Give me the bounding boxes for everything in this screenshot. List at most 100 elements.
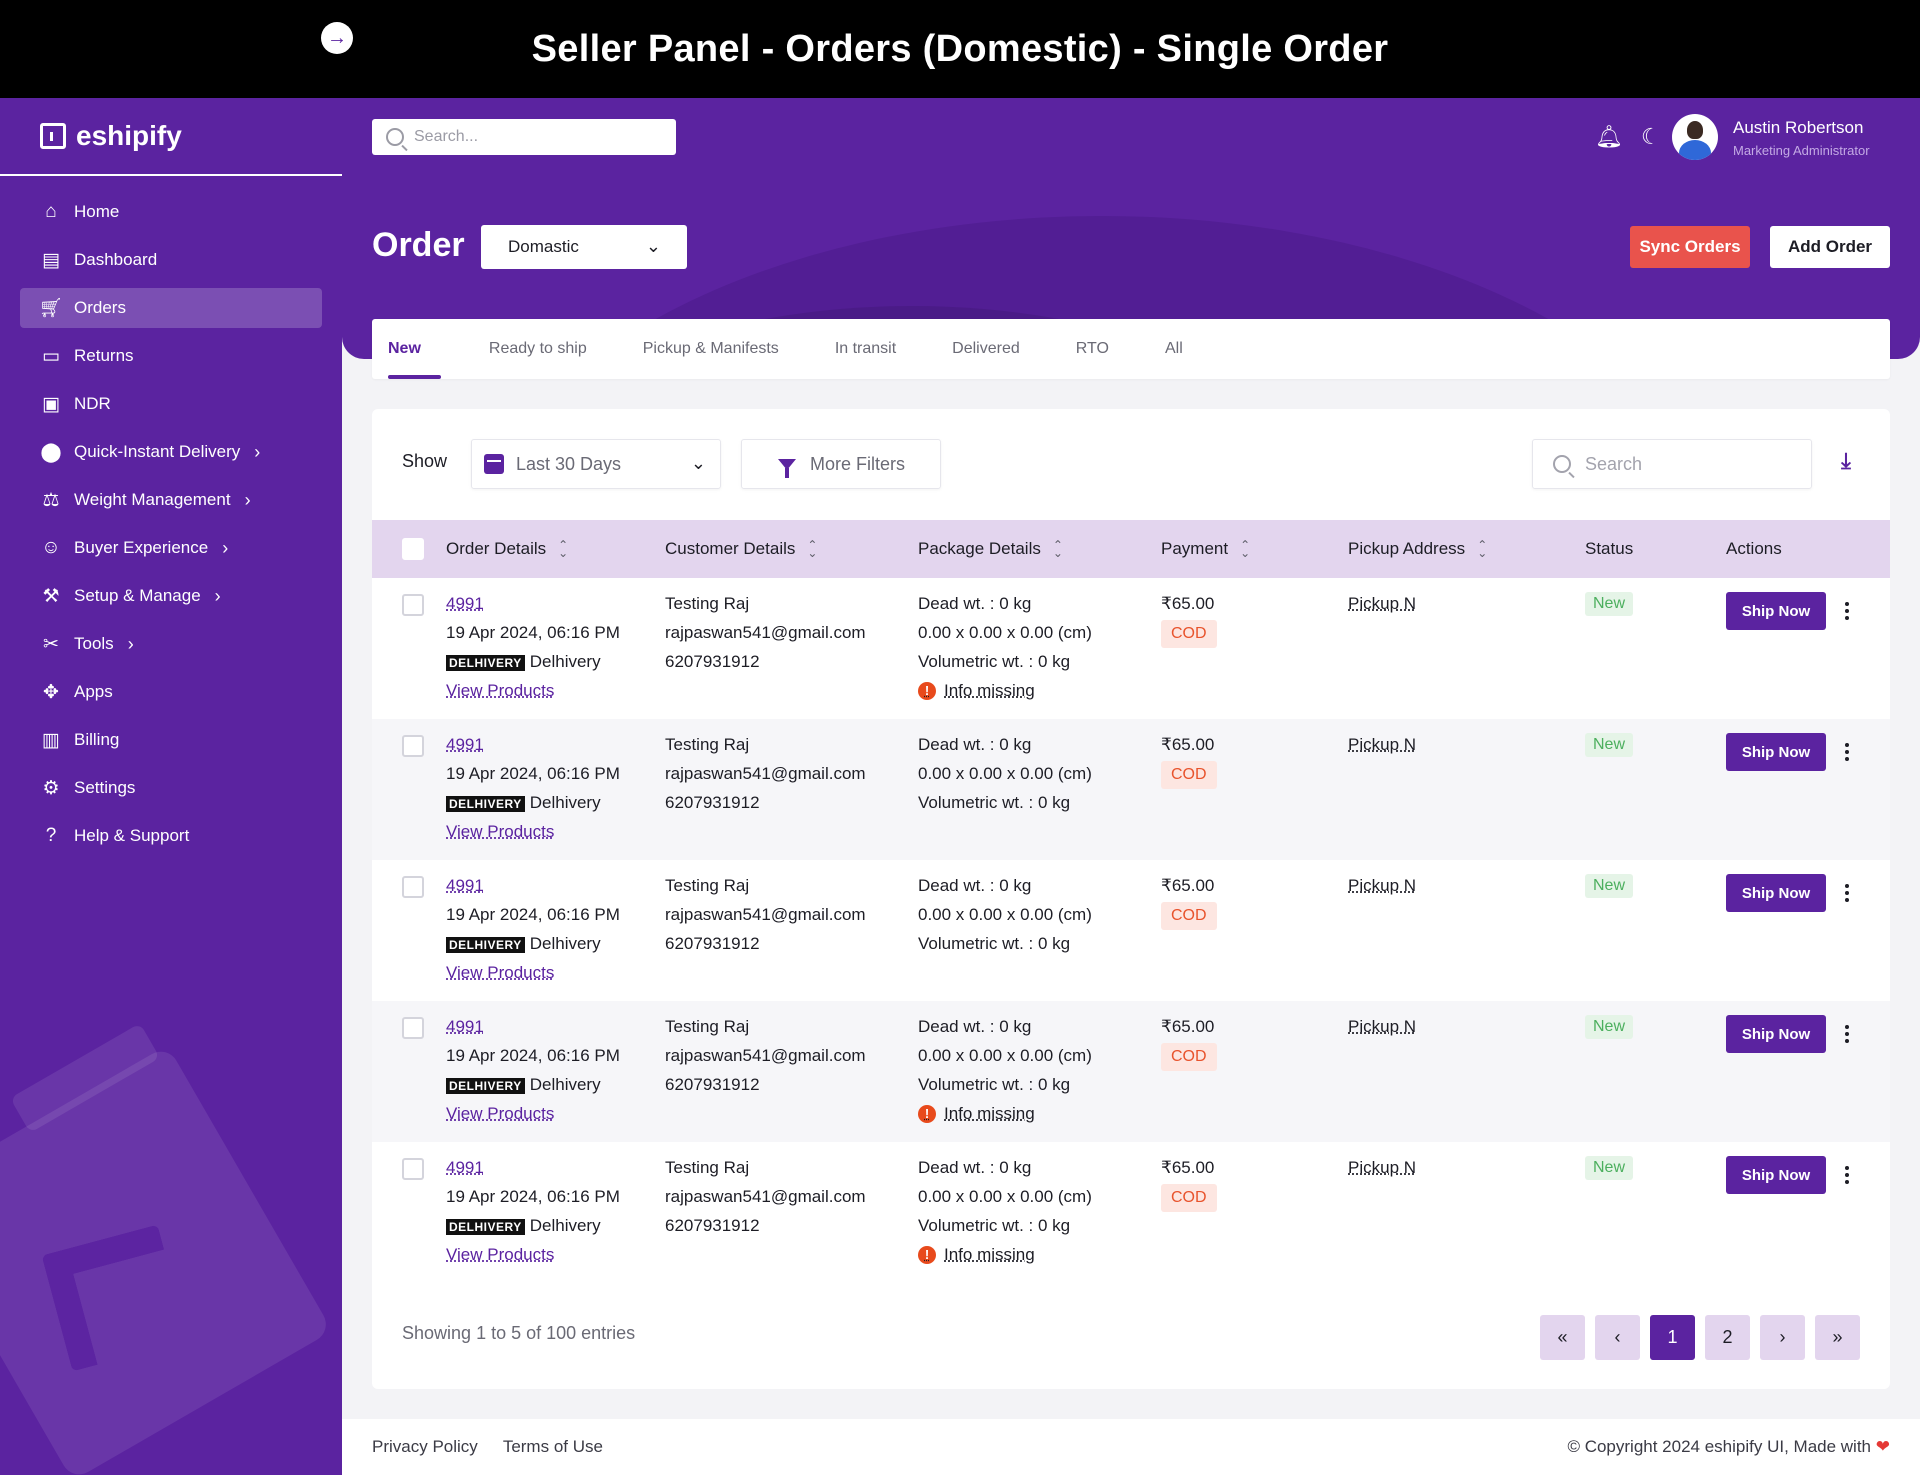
column-header-payment[interactable]: Payment — [1161, 539, 1228, 559]
order-id-link[interactable]: 4991 — [446, 735, 484, 754]
sidebar-item-setup-manage[interactable]: ⚒ Setup & Manage › — [20, 576, 322, 616]
status-badge: New — [1585, 1015, 1634, 1039]
tab-in-transit[interactable]: In transit — [827, 319, 904, 379]
global-search-input[interactable]: Search... — [372, 119, 676, 155]
payment-amount: ₹65.00 — [1161, 876, 1215, 895]
order-id-link[interactable]: 4991 — [446, 1017, 484, 1036]
select-all-checkbox[interactable] — [402, 538, 424, 560]
info-missing-link[interactable]: ! Info missing — [918, 1240, 1092, 1269]
pickup-address-link[interactable]: Pickup N — [1348, 735, 1416, 754]
ship-now-button[interactable]: Ship Now — [1726, 1156, 1826, 1194]
sidebar-item-dashboard[interactable]: ▤ Dashboard — [20, 240, 322, 280]
next-page-button[interactable]: › — [1760, 1315, 1805, 1360]
sort-icon[interactable]: ⌃ ⌄ — [558, 539, 568, 559]
column-header-order[interactable]: Order Details — [446, 539, 546, 559]
sort-icon[interactable]: ⌃ ⌄ — [807, 539, 817, 559]
row-checkbox[interactable] — [402, 594, 424, 616]
order-id-link[interactable]: 4991 — [446, 594, 484, 613]
dimensions: 0.00 x 0.00 x 0.00 (cm) — [918, 1046, 1092, 1065]
last-page-button[interactable]: » — [1815, 1315, 1860, 1360]
tab-delivered[interactable]: Delivered — [944, 319, 1028, 379]
billing-icon: ▥ — [42, 729, 60, 751]
info-missing-link[interactable]: ! Info missing — [918, 676, 1092, 705]
row-checkbox[interactable] — [402, 1158, 424, 1180]
tab-pickup-manifests[interactable]: Pickup & Manifests — [635, 319, 787, 379]
tab-all[interactable]: All — [1157, 319, 1191, 379]
ship-now-button[interactable]: Ship Now — [1726, 592, 1826, 630]
tab-new[interactable]: New — [388, 319, 441, 379]
more-actions-kebab-icon[interactable] — [1842, 1022, 1852, 1046]
sidebar-item-home[interactable]: ⌂ Home — [20, 192, 322, 232]
pickup-address-link[interactable]: Pickup N — [1348, 876, 1416, 895]
table-search-input[interactable]: Search — [1532, 439, 1812, 489]
tab-ready-to-ship[interactable]: Ready to ship — [481, 319, 595, 379]
customer-name: Testing Raj — [665, 876, 750, 895]
prev-page-button[interactable]: ‹ — [1595, 1315, 1640, 1360]
privacy-policy-link[interactable]: Privacy Policy — [372, 1437, 478, 1457]
page-button-2[interactable]: 2 — [1705, 1315, 1750, 1360]
moon-icon[interactable]: ☾ — [1641, 124, 1661, 150]
row-checkbox[interactable] — [402, 735, 424, 757]
weight-icon: ⚖ — [42, 489, 60, 511]
global-search-placeholder: Search... — [414, 128, 479, 145]
sort-icon[interactable]: ⌃ ⌄ — [1240, 539, 1250, 559]
order-id-link[interactable]: 4991 — [446, 1158, 484, 1177]
volumetric-weight: Volumetric wt. : 0 kg — [918, 793, 1071, 812]
ship-now-button[interactable]: Ship Now — [1726, 874, 1826, 912]
sort-icon[interactable]: ⌃ ⌄ — [1477, 539, 1487, 559]
sidebar-item-tools[interactable]: ✂ Tools › — [20, 624, 322, 664]
sidebar-item-weight-management[interactable]: ⚖ Weight Management › — [20, 480, 322, 520]
view-products-link[interactable]: View Products — [446, 963, 554, 982]
add-order-button[interactable]: Add Order — [1770, 226, 1890, 268]
view-products-link[interactable]: View Products — [446, 1245, 554, 1264]
pickup-address-link[interactable]: Pickup N — [1348, 1017, 1416, 1036]
sidebar-toggle-arrow-icon[interactable]: → — [321, 22, 353, 54]
status-badge: New — [1585, 592, 1634, 616]
sidebar-item-returns[interactable]: ▭ Returns — [20, 336, 322, 376]
view-products-link[interactable]: View Products — [446, 681, 554, 700]
user-name[interactable]: Austin Robertson — [1733, 118, 1863, 138]
page-button-1[interactable]: 1 — [1650, 1315, 1695, 1360]
first-page-button[interactable]: « — [1540, 1315, 1585, 1360]
avatar[interactable] — [1672, 114, 1718, 160]
sidebar-item-buyer-experience[interactable]: ☺ Buyer Experience › — [20, 528, 322, 568]
pickup-address-link[interactable]: Pickup N — [1348, 594, 1416, 613]
sidebar-item-ndr[interactable]: ▣ NDR — [20, 384, 322, 424]
sidebar-item-settings[interactable]: ⚙ Settings — [20, 768, 322, 808]
bell-icon[interactable]: 🔔︎ — [1595, 124, 1623, 150]
terms-of-use-link[interactable]: Terms of Use — [503, 1437, 603, 1457]
order-type-select[interactable]: Domastic ⌄ — [481, 225, 687, 269]
pickup-address-link[interactable]: Pickup N — [1348, 1158, 1416, 1177]
view-products-link[interactable]: View Products — [446, 822, 554, 841]
ship-now-button[interactable]: Ship Now — [1726, 1015, 1826, 1053]
sidebar-item-help-support[interactable]: ? Help & Support — [20, 816, 322, 856]
column-header-customer[interactable]: Customer Details — [665, 539, 795, 559]
date-range-select[interactable]: Last 30 Days ⌄ — [471, 439, 721, 489]
view-products-link[interactable]: View Products — [446, 1104, 554, 1123]
row-checkbox[interactable] — [402, 876, 424, 898]
download-icon[interactable]: ⤓ — [1834, 449, 1858, 473]
dimensions: 0.00 x 0.00 x 0.00 (cm) — [918, 905, 1092, 924]
more-actions-kebab-icon[interactable] — [1842, 740, 1852, 764]
sidebar-item-apps[interactable]: ✥ Apps — [20, 672, 322, 712]
brand[interactable]: eshipify — [0, 98, 342, 176]
more-filters-button[interactable]: More Filters — [741, 439, 941, 489]
more-actions-kebab-icon[interactable] — [1842, 1163, 1852, 1187]
more-actions-kebab-icon[interactable] — [1842, 881, 1852, 905]
sidebar-item-quick-instant-delivery[interactable]: ⬤ Quick-Instant Delivery › — [20, 432, 322, 472]
column-header-package[interactable]: Package Details — [918, 539, 1041, 559]
sync-orders-button[interactable]: Sync Orders — [1630, 226, 1750, 268]
info-missing-link[interactable]: ! Info missing — [918, 1099, 1092, 1128]
more-actions-kebab-icon[interactable] — [1842, 599, 1852, 623]
order-id-link[interactable]: 4991 — [446, 876, 484, 895]
sidebar-item-billing[interactable]: ▥ Billing — [20, 720, 322, 760]
sort-icon[interactable]: ⌃ ⌄ — [1053, 539, 1063, 559]
order-type-value: Domastic — [508, 237, 579, 256]
row-checkbox[interactable] — [402, 1017, 424, 1039]
sidebar-item-label: Tools — [74, 634, 114, 653]
ship-now-button[interactable]: Ship Now — [1726, 733, 1826, 771]
column-header-pickup[interactable]: Pickup Address — [1348, 539, 1465, 559]
tab-rto[interactable]: RTO — [1068, 319, 1117, 379]
sidebar-item-orders[interactable]: 🛒︎ Orders — [20, 288, 322, 328]
volumetric-weight: Volumetric wt. : 0 kg — [918, 1075, 1071, 1094]
